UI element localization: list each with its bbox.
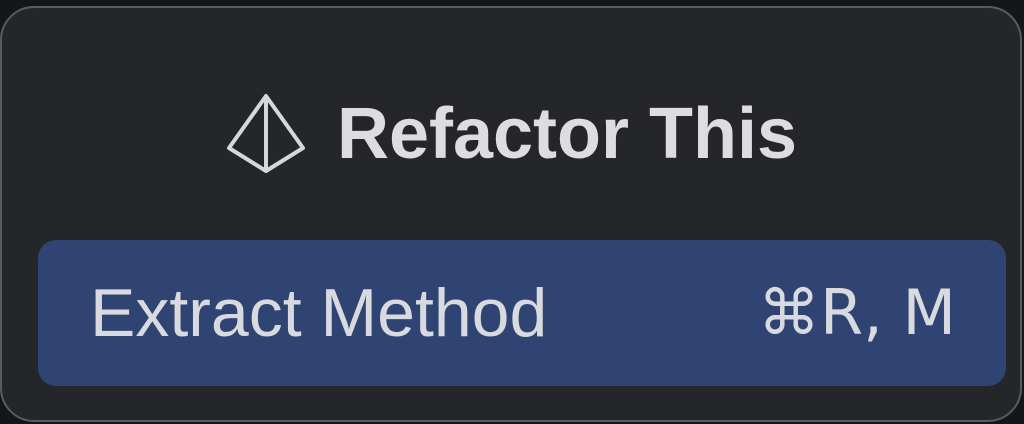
prism-icon [226,94,305,173]
popup-header: Refactor This [2,82,1020,186]
menu-item-label: Extract Method [90,275,548,351]
refactor-popup: Refactor This Extract Method ⌘R, M [0,6,1022,422]
menu-item-extract-method[interactable]: Extract Method ⌘R, M [38,240,1006,386]
menu-item-shortcut: ⌘R, M [758,276,956,349]
popup-title: Refactor This [336,94,798,174]
